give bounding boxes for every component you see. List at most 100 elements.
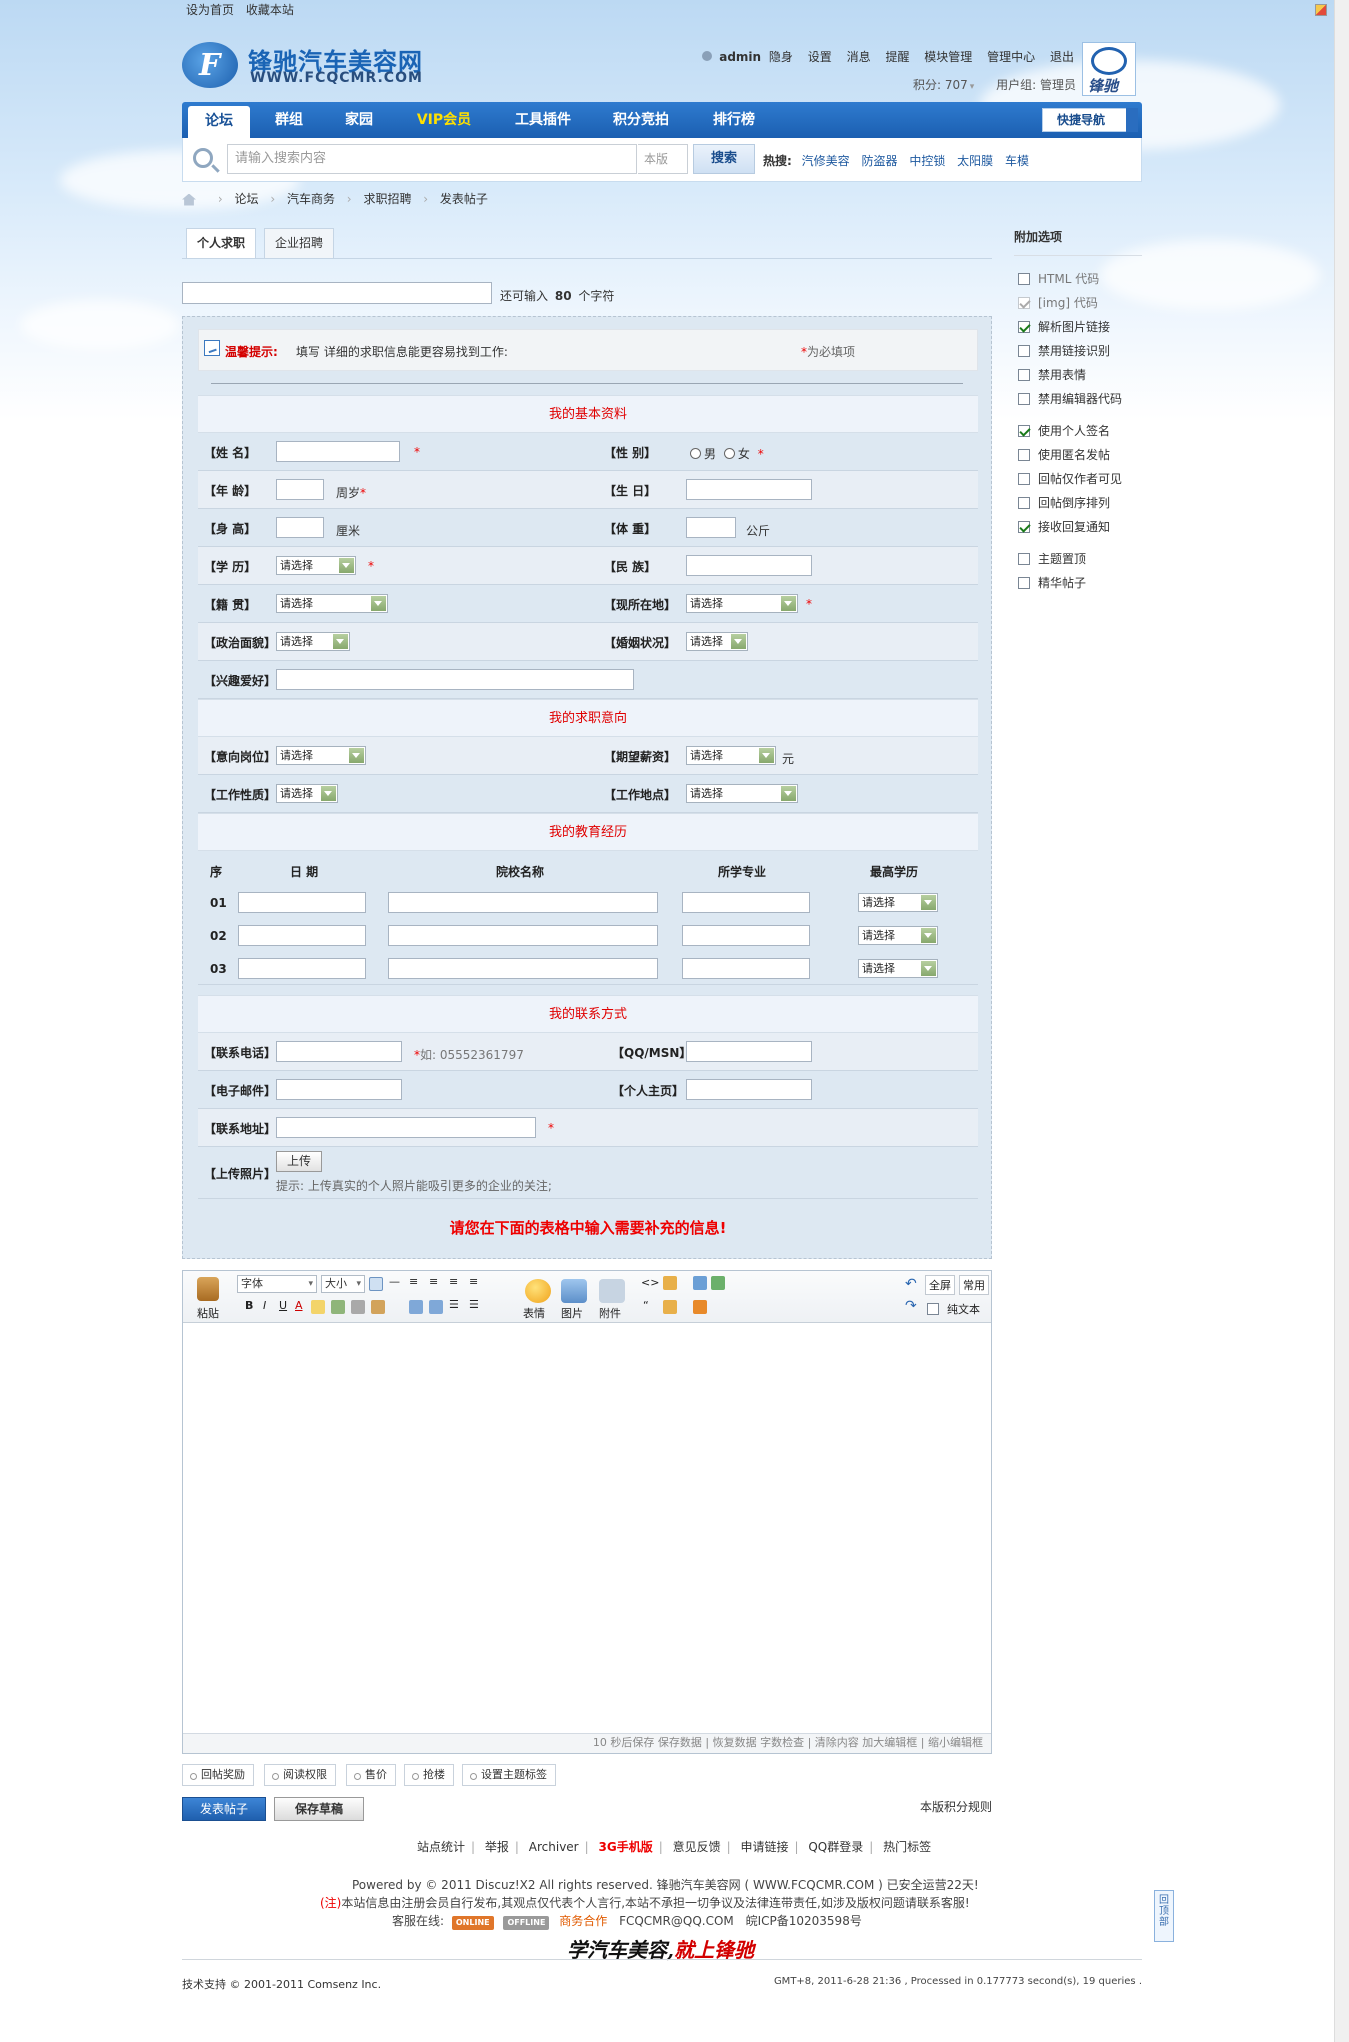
anonymous-checkbox[interactable] xyxy=(1018,449,1030,461)
politics-select[interactable]: 请选择 xyxy=(276,632,350,651)
nav-home[interactable]: 家园 xyxy=(328,102,390,138)
italic-icon[interactable]: I xyxy=(263,1299,266,1312)
location-select[interactable]: 请选择 xyxy=(686,594,798,613)
email-link[interactable]: FCQCMR@QQ.COM xyxy=(619,1914,734,1928)
reply-author-only-checkbox[interactable] xyxy=(1018,473,1030,485)
position-select[interactable]: 请选择 xyxy=(276,746,366,765)
sticky-checkbox[interactable] xyxy=(1018,553,1030,565)
height-input[interactable] xyxy=(276,517,324,538)
post-submit-button[interactable]: 发表帖子 xyxy=(182,1797,266,1821)
paragraph-icon[interactable] xyxy=(369,1277,383,1291)
qq-input[interactable] xyxy=(686,1041,812,1062)
points-rules-link[interactable]: 本版积分规则 xyxy=(920,1798,992,1815)
unlink-icon[interactable] xyxy=(351,1300,365,1314)
digest-checkbox[interactable] xyxy=(1018,577,1030,589)
search-button[interactable]: 搜索 xyxy=(693,144,755,174)
footer-link[interactable]: 申请链接 xyxy=(740,1840,788,1854)
edu-date-input[interactable] xyxy=(238,925,366,946)
logout-link[interactable]: 退出 xyxy=(1050,50,1074,64)
footer-link-mobile[interactable]: 3G手机版 xyxy=(599,1840,653,1854)
search-input[interactable]: 请输入搜索内容 xyxy=(227,144,637,174)
hide-icon[interactable] xyxy=(663,1276,677,1290)
redo-icon[interactable]: ↷ xyxy=(905,1298,917,1314)
link-icon[interactable] xyxy=(331,1300,345,1314)
edu-major-input[interactable] xyxy=(682,958,810,979)
hot-link[interactable]: 太阳膜 xyxy=(957,154,993,168)
module-admin-link[interactable]: 模块管理 xyxy=(924,50,972,64)
align-left-icon[interactable]: ≡ xyxy=(409,1275,418,1288)
quote-icon[interactable]: “ xyxy=(643,1299,649,1312)
common-button[interactable]: 常用 xyxy=(959,1275,989,1295)
nav-forum[interactable]: 论坛 xyxy=(188,106,250,138)
ethnic-input[interactable] xyxy=(686,555,812,576)
set-homepage-link[interactable]: 设为首页 xyxy=(186,3,234,17)
hot-link[interactable]: 汽修美容 xyxy=(802,154,850,168)
align-justify-icon[interactable]: ≡ xyxy=(449,1275,458,1288)
nav-ranking[interactable]: 排行榜 xyxy=(694,102,774,138)
disable-smilies-checkbox[interactable] xyxy=(1018,369,1030,381)
media-icon[interactable] xyxy=(711,1276,725,1290)
password-icon[interactable] xyxy=(663,1300,677,1314)
breadcrumb-forum[interactable]: 论坛 xyxy=(234,192,258,206)
admin-center-link[interactable]: 管理中心 xyxy=(987,50,1035,64)
age-input[interactable] xyxy=(276,479,324,500)
unordered-list-icon[interactable]: ☰ xyxy=(469,1298,479,1311)
settings-link[interactable]: 设置 xyxy=(808,50,832,64)
search-scope-select[interactable]: 本版 xyxy=(638,144,688,174)
business-link[interactable]: 商务合作 xyxy=(559,1914,607,1928)
underline-icon[interactable]: U xyxy=(279,1299,287,1312)
edu-major-input[interactable] xyxy=(682,925,810,946)
hobby-input[interactable] xyxy=(276,669,634,690)
tab-company-recruit[interactable]: 企业招聘 xyxy=(264,228,335,258)
hot-link[interactable]: 防盗器 xyxy=(861,154,897,168)
rss-icon[interactable] xyxy=(1315,4,1327,16)
workplace-select[interactable]: 请选择 xyxy=(686,784,798,803)
save-draft-button[interactable]: 保存草稿 xyxy=(274,1797,364,1821)
bookmark-link[interactable]: 收藏本站 xyxy=(246,3,294,17)
address-input[interactable] xyxy=(276,1117,536,1138)
nav-tools[interactable]: 工具插件 xyxy=(498,102,588,138)
attachment-icon[interactable] xyxy=(599,1279,625,1303)
back-to-top-button[interactable]: 回顶部 xyxy=(1154,1890,1174,1942)
tab-personal-job[interactable]: 个人求职 xyxy=(186,228,257,259)
footer-link[interactable]: 举报 xyxy=(485,1840,509,1854)
topic-tags-button[interactable]: 设置主题标签 xyxy=(462,1764,556,1786)
hr-icon[interactable]: — xyxy=(389,1275,400,1288)
hot-link[interactable]: 车模 xyxy=(1005,154,1029,168)
float-right-icon[interactable] xyxy=(429,1300,443,1314)
editor-footer[interactable]: 10 秒后保存 保存数据 | 恢复数据 字数检查 | 清除内容 加大编辑框 | … xyxy=(183,1733,991,1753)
gender-female-radio[interactable] xyxy=(723,448,735,459)
font-select[interactable]: 字体 xyxy=(237,1275,317,1293)
bold-icon[interactable]: B xyxy=(245,1299,253,1312)
format-clear-icon[interactable] xyxy=(371,1300,385,1314)
parse-image-links-checkbox[interactable] xyxy=(1018,321,1030,333)
points-display[interactable]: 积分: 707 xyxy=(913,78,968,92)
align-center-icon[interactable]: ≡ xyxy=(429,1275,438,1288)
font-size-select[interactable]: 大小 xyxy=(321,1275,365,1293)
weight-input[interactable] xyxy=(686,517,736,538)
paste-icon[interactable] xyxy=(197,1277,219,1301)
email-input[interactable] xyxy=(276,1079,402,1100)
site-logo[interactable]: 锋驰汽车美容网 WWW.FCQCMR.COM xyxy=(182,40,442,92)
float-left-icon[interactable] xyxy=(409,1300,423,1314)
fullscreen-button[interactable]: 全屏 xyxy=(925,1275,955,1295)
reply-reward-button[interactable]: 回帖奖励 xyxy=(182,1764,254,1786)
jobtype-select[interactable]: 请选择 xyxy=(276,784,338,803)
edu-date-input[interactable] xyxy=(238,892,366,913)
edu-major-input[interactable] xyxy=(682,892,810,913)
plaintext-checkbox[interactable] xyxy=(927,1303,939,1315)
disable-bbcode-checkbox[interactable] xyxy=(1018,393,1030,405)
messages-link[interactable]: 消息 xyxy=(847,50,871,64)
quick-nav-button[interactable]: 快捷导航 xyxy=(1042,108,1138,132)
price-button[interactable]: 售价 xyxy=(346,1764,396,1786)
edu-date-input[interactable] xyxy=(238,958,366,979)
table-icon[interactable] xyxy=(693,1276,707,1290)
editor-textarea[interactable] xyxy=(183,1324,991,1733)
code-icon[interactable]: <> xyxy=(641,1276,659,1289)
home-icon[interactable] xyxy=(182,193,196,206)
vertical-scrollbar[interactable] xyxy=(1334,0,1349,2042)
align-right-icon[interactable]: ≡ xyxy=(469,1275,478,1288)
nav-groups[interactable]: 群组 xyxy=(258,102,320,138)
reply-notify-checkbox[interactable] xyxy=(1018,521,1030,533)
upload-button[interactable]: 上传 xyxy=(276,1151,323,1172)
